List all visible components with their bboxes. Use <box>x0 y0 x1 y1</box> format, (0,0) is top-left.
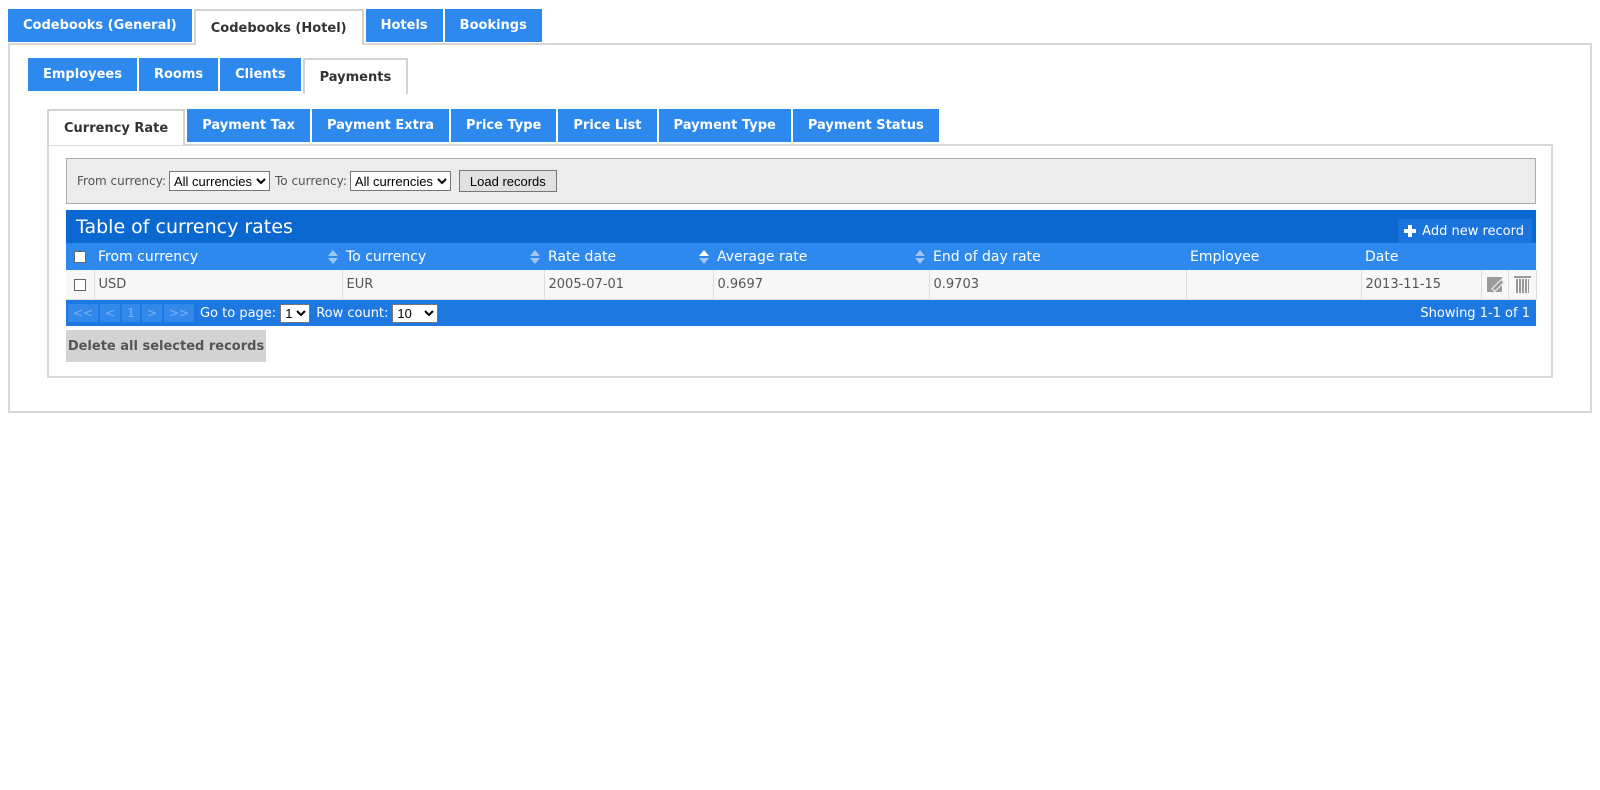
tab-clients[interactable]: Clients <box>220 58 301 91</box>
sort-icon <box>530 250 540 264</box>
tab-payment-type[interactable]: Payment Type <box>658 109 791 142</box>
to-currency-label: To currency: <box>275 174 347 188</box>
filter-bar: From currency: All currencies To currenc… <box>66 158 1536 204</box>
goto-page-label: Go to page: <box>199 305 277 321</box>
to-currency-select[interactable]: All currencies <box>349 171 451 191</box>
mid-tabbar: Employees Rooms Clients Payments <box>28 58 410 94</box>
tab-hotels[interactable]: Hotels <box>365 9 443 42</box>
tab-codebooks-general[interactable]: Codebooks (General) <box>8 9 192 42</box>
table-header-row: From currency To currency Rate date Aver… <box>66 243 1537 270</box>
last-page-button[interactable]: >> <box>163 304 194 322</box>
first-page-button[interactable]: << <box>68 304 99 322</box>
row-checkbox[interactable] <box>73 278 86 291</box>
delete-selected-button[interactable]: Delete all selected records <box>66 330 266 362</box>
cell-date: 2013-11-15 <box>1361 270 1482 300</box>
col-rate-date[interactable]: Rate date <box>544 243 713 270</box>
outer-tabbar: Codebooks (General) Codebooks (Hotel) Ho… <box>8 9 544 45</box>
plus-icon <box>1404 225 1417 237</box>
currency-rates-table: Table of currency rates Add new record F… <box>66 210 1537 326</box>
row-count-select[interactable]: 10 <box>392 303 439 323</box>
load-records-button[interactable]: Load records <box>458 170 557 192</box>
table-title: Table of currency rates <box>76 215 293 238</box>
tab-codebooks-hotel[interactable]: Codebooks (Hotel) <box>193 9 364 45</box>
page-1-button[interactable]: 1 <box>122 304 140 322</box>
tab-payment-extra[interactable]: Payment Extra <box>311 109 449 142</box>
trash-icon[interactable] <box>1513 275 1531 293</box>
col-from-currency[interactable]: From currency <box>94 243 342 270</box>
col-average-rate[interactable]: Average rate <box>713 243 929 270</box>
add-new-record-label: Add new record <box>1422 223 1524 239</box>
table-footer: << < 1 > >> Go to page: 1 Row count: 10 … <box>66 300 1536 326</box>
cell-employee <box>1186 270 1362 300</box>
paging-info: Showing 1-1 of 1 <box>1420 305 1530 321</box>
from-currency-select[interactable]: All currencies <box>169 171 270 191</box>
edit-icon[interactable] <box>1487 277 1502 292</box>
col-to-currency[interactable]: To currency <box>342 243 544 270</box>
cell-end-of-day-rate: 0.9703 <box>929 270 1187 300</box>
cell-to-currency: EUR <box>342 270 545 300</box>
cell-average-rate: 0.9697 <box>713 270 930 300</box>
next-page-button[interactable]: > <box>141 304 162 322</box>
table-title-bar: Table of currency rates Add new record <box>66 210 1536 243</box>
select-all-checkbox[interactable] <box>74 250 86 263</box>
table-row: USD EUR 2005-07-01 0.9697 0.9703 2013-11… <box>66 270 1537 300</box>
cell-from-currency: USD <box>94 270 343 300</box>
cell-rate-date: 2005-07-01 <box>544 270 714 300</box>
sort-asc-icon <box>699 250 709 264</box>
tab-price-list[interactable]: Price List <box>558 109 657 142</box>
tab-price-type[interactable]: Price Type <box>451 109 557 142</box>
tab-payment-status[interactable]: Payment Status <box>792 109 939 142</box>
goto-page-select[interactable]: 1 <box>280 303 311 323</box>
add-new-record-button[interactable]: Add new record <box>1398 219 1532 243</box>
col-date: Date <box>1361 243 1537 270</box>
col-end-of-day-rate: End of day rate <box>929 243 1186 270</box>
sort-icon <box>328 250 338 264</box>
from-currency-label: From currency: <box>77 174 166 188</box>
tab-payments[interactable]: Payments <box>302 58 409 94</box>
sort-icon <box>915 250 925 264</box>
tab-bookings[interactable]: Bookings <box>444 9 542 42</box>
inner-tabbar: Currency Rate Payment Tax Payment Extra … <box>47 109 941 145</box>
col-employee: Employee <box>1186 243 1361 270</box>
tab-rooms[interactable]: Rooms <box>138 58 219 91</box>
tab-currency-rate[interactable]: Currency Rate <box>47 109 186 145</box>
prev-page-button[interactable]: < <box>100 304 121 322</box>
row-count-label: Row count: <box>316 305 389 321</box>
tab-payment-tax[interactable]: Payment Tax <box>187 109 310 142</box>
tab-employees[interactable]: Employees <box>28 58 137 91</box>
